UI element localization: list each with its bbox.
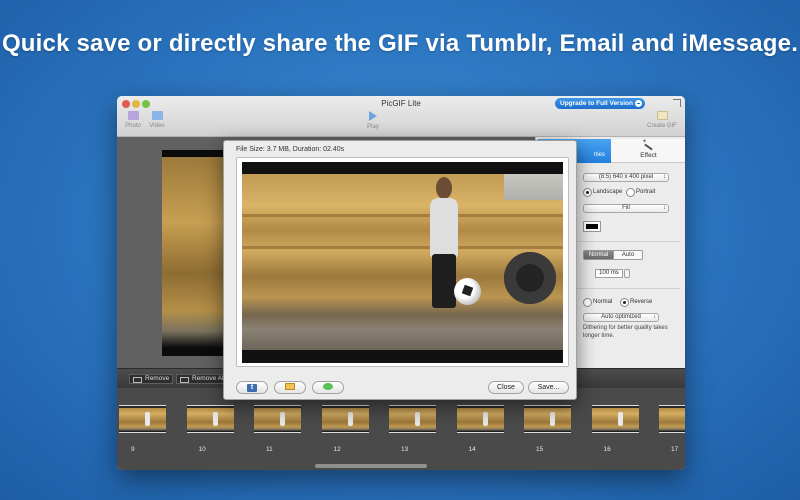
scene-stripe [242,214,563,217]
canvas-image [162,150,224,356]
scene-tire [504,252,556,304]
upgrade-button[interactable]: Upgrade to Full Version [555,98,645,109]
close-button[interactable]: Close [488,381,524,394]
save-share-dialog: File Size: 3.7 MB, Duration: 02.40s t Cl… [223,140,577,400]
frame-number: 16 [603,446,611,453]
video-label: Video [149,123,165,129]
mode-auto-segment[interactable]: Auto [613,251,642,259]
filmstrip-frame[interactable] [456,405,504,433]
frame-number: 15 [536,446,544,453]
remove-all-button[interactable]: Remove Al [176,374,226,384]
imessage-icon [323,383,333,390]
preview-scene [242,174,563,350]
fullscreen-icon[interactable] [673,99,681,107]
color-swatch [586,224,598,229]
direction-reverse-radio[interactable]: Reverse [620,298,652,307]
speed-stepper[interactable] [624,269,630,278]
title-bar: PicGIF Lite Upgrade to Full Version Phot… [117,96,685,137]
scene-soccer-ball [454,278,481,305]
share-email-button[interactable] [274,381,306,394]
filmstrip-frame[interactable] [659,405,685,433]
scene-sky [504,174,563,200]
upgrade-label: Upgrade to Full Version [560,100,633,107]
filmstrip-frame[interactable] [254,405,301,433]
photo-icon [127,111,139,120]
mode-segmented-control[interactable]: Normal Auto [583,250,643,260]
frame-number: 10 [198,446,206,453]
create-gif-button[interactable]: Create GIF [645,111,679,129]
video-icon [151,111,163,120]
portrait-radio[interactable]: Portrait [626,188,655,197]
play-label: Play [367,124,379,130]
scene-person-legs [432,254,456,308]
tab-effect[interactable]: Effect [611,138,685,163]
file-info: File Size: 3.7 MB, Duration: 02.40s [236,146,345,153]
dither-note: Dithering for better quality takes longe… [583,325,668,339]
speed-input[interactable]: 100 ms [595,269,623,278]
quality-select[interactable]: Auto optimized [583,313,659,322]
fill-select[interactable]: Fill [583,204,669,213]
scene-stripe [242,246,563,249]
play-button[interactable]: Play [363,111,383,130]
share-tumblr-button[interactable]: t [236,381,268,394]
frame-number: 17 [671,446,679,453]
magic-wand-icon [642,138,653,150]
landscape-radio[interactable]: Landscape [583,188,622,197]
frame-number: 11 [266,446,273,453]
frame-number: 14 [468,446,476,453]
share-imessage-button[interactable] [312,381,344,394]
play-icon [369,111,377,121]
frame-number: 12 [333,446,341,453]
create-gif-label: Create GIF [647,123,677,129]
filmstrip-frame[interactable] [389,405,436,433]
filmstrip-frame[interactable] [524,405,571,433]
filmstrip-frame[interactable] [119,405,166,433]
tumblr-icon: t [247,383,257,392]
email-icon [285,383,295,390]
filmstrip-frame[interactable] [591,405,639,433]
create-gif-icon [656,111,668,120]
background-color-well[interactable] [583,221,601,232]
photo-button[interactable]: Photo [123,111,143,129]
photo-label: Photo [125,123,141,129]
save-button[interactable]: Save... [528,381,569,394]
scene-person-head [436,177,452,199]
headline: Quick save or directly share the GIF via… [1,30,799,57]
gif-preview [236,157,569,367]
direction-normal-radio[interactable]: Normal [583,298,612,307]
size-select[interactable]: (8:5) 640 x 400 pixel [583,173,669,182]
arrow-right-icon [635,100,642,107]
filmstrip-frame[interactable] [186,405,234,433]
scene-person-body [430,198,458,258]
frame-number: 13 [401,446,409,453]
filmstrip-frame[interactable] [321,405,369,433]
tab-effect-label: Effect [640,152,657,159]
video-button[interactable]: Video [147,111,167,129]
filmstrip-scrollbar[interactable] [315,464,427,468]
preview-image [242,162,563,363]
frame-number: 9 [131,446,135,453]
filmstrip: 9 10 11 12 13 14 15 16 17 [117,388,685,470]
remove-button[interactable]: Remove [129,374,173,384]
mode-normal-segment[interactable]: Normal [584,251,613,259]
